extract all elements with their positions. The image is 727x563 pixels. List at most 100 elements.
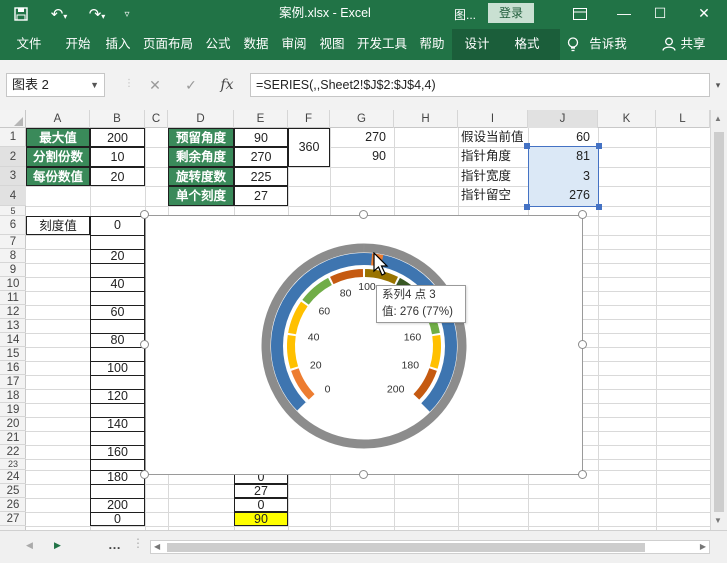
cell-i4[interactable]: 指针留空 — [458, 186, 528, 206]
column-header-a[interactable]: A — [26, 110, 90, 128]
cell-e25[interactable]: 27 — [234, 484, 288, 498]
row-header-25[interactable]: 25 — [0, 484, 26, 498]
cell-a1[interactable]: 最大值 — [26, 128, 90, 147]
column-header-e[interactable]: E — [234, 110, 288, 128]
row-header-17[interactable]: 17 — [0, 375, 26, 389]
row-header-6[interactable]: 6 — [0, 216, 26, 235]
scroll-down-icon[interactable]: ▼ — [714, 516, 722, 525]
cell-b24[interactable]: 180 — [90, 470, 145, 484]
cell-a3[interactable]: 每份数值 — [26, 167, 90, 186]
vertical-scroll-thumb[interactable] — [714, 132, 724, 512]
horizontal-scrollbar[interactable]: ◀ ▶ — [150, 540, 710, 554]
row-header-8[interactable]: 8 — [0, 249, 26, 263]
row-header-21[interactable]: 21 — [0, 431, 26, 445]
range-handle-br[interactable] — [596, 204, 602, 210]
cell-e3[interactable]: 225 — [234, 167, 288, 186]
chart-handle-tl[interactable] — [140, 210, 149, 219]
row-header-11[interactable]: 11 — [0, 291, 26, 305]
confirm-formula-icon[interactable]: ✓ — [180, 73, 202, 97]
restore-button[interactable]: ☐ — [642, 0, 678, 29]
cell-b2[interactable]: 10 — [90, 147, 145, 167]
chart-handle-r[interactable] — [578, 340, 587, 349]
customize-toolbar-icon[interactable]: ▿ — [118, 0, 136, 29]
row-header-4[interactable]: 4 — [0, 186, 26, 206]
scroll-right-icon[interactable]: ▶ — [700, 542, 706, 551]
cell-d3[interactable]: 旋转度数 — [168, 167, 234, 186]
tab-formulas[interactable]: 公式 — [200, 29, 236, 60]
tell-me-search[interactable]: 告诉我 — [586, 29, 630, 60]
select-all-button[interactable] — [0, 110, 26, 128]
share-button[interactable]: 共享 — [678, 29, 708, 60]
row-header-2[interactable]: 2 — [0, 147, 26, 167]
gauge-scale-segment[interactable] — [330, 269, 364, 285]
row-header-12[interactable]: 12 — [0, 305, 26, 319]
cell-i2[interactable]: 指针角度 — [458, 147, 528, 167]
tab-review[interactable]: 审阅 — [276, 29, 312, 60]
cell-b16[interactable]: 100 — [90, 361, 145, 375]
cell-g1[interactable]: 270 — [330, 128, 394, 147]
tab-file[interactable]: 文件 — [10, 29, 48, 60]
save-icon[interactable] — [10, 0, 32, 29]
picture-tools-tab[interactable]: 图... — [454, 6, 476, 23]
cell-b6[interactable]: 0 — [90, 216, 145, 235]
name-box-dropdown-icon[interactable]: ▼ — [90, 74, 99, 96]
column-header-l[interactable]: L — [656, 110, 710, 128]
cell-b22[interactable]: 160 — [90, 445, 145, 459]
row-header-14[interactable]: 14 — [0, 333, 26, 347]
login-button[interactable]: 登录 — [488, 3, 534, 23]
range-handle-tr[interactable] — [596, 143, 602, 149]
more-sheets-icon[interactable]: … — [108, 537, 121, 552]
chart-handle-bl[interactable] — [140, 470, 149, 479]
cell-e26[interactable]: 0 — [234, 498, 288, 512]
chart-handle-tr[interactable] — [578, 210, 587, 219]
row-header-1[interactable]: 1 — [0, 128, 26, 147]
cell-b3[interactable]: 20 — [90, 167, 145, 186]
tab-page-layout[interactable]: 页面布局 — [140, 29, 196, 60]
tab-insert[interactable]: 插入 — [100, 29, 136, 60]
ribbon-display-options-icon[interactable] — [562, 0, 598, 29]
chart-handle-br[interactable] — [578, 470, 587, 479]
row-header-22[interactable]: 22 — [0, 445, 26, 459]
cell-e4[interactable]: 27 — [234, 186, 288, 206]
cancel-formula-icon[interactable]: ✕ — [144, 73, 166, 97]
vertical-scrollbar[interactable]: ▲ ▼ — [710, 110, 727, 530]
close-button[interactable]: ✕ — [686, 0, 722, 29]
redo-icon[interactable]: ↷▾ — [84, 0, 110, 29]
tab-home[interactable]: 开始 — [60, 29, 96, 60]
row-header-13[interactable]: 13 — [0, 319, 26, 333]
cell-b12[interactable]: 60 — [90, 305, 145, 319]
row-header-19[interactable]: 19 — [0, 403, 26, 417]
column-header-g[interactable]: G — [330, 110, 394, 128]
cell-d1[interactable]: 预留角度 — [168, 128, 234, 147]
row-header-16[interactable]: 16 — [0, 361, 26, 375]
formula-input[interactable]: =SERIES(,,Sheet2!$J$2:$J$4,4) — [250, 73, 710, 97]
cell-b20[interactable]: 140 — [90, 417, 145, 431]
sheet-nav-prev-icon[interactable]: ◀ — [26, 540, 33, 551]
minimize-button[interactable]: — — [606, 0, 642, 29]
cell-f1[interactable]: 360 — [288, 128, 330, 167]
column-header-c[interactable]: C — [145, 110, 168, 128]
gauge-outer-ring[interactable] — [261, 243, 467, 449]
chart-handle-l[interactable] — [140, 340, 149, 349]
cell-g2[interactable]: 90 — [330, 147, 394, 167]
horizontal-scroll-thumb[interactable] — [167, 543, 645, 552]
column-header-h[interactable]: H — [394, 110, 458, 128]
cell-b18[interactable]: 120 — [90, 389, 145, 403]
row-header-27[interactable]: 27 — [0, 512, 26, 526]
cell-e1[interactable]: 90 — [234, 128, 288, 147]
cell-b8[interactable]: 20 — [90, 249, 145, 263]
gauge-blue-gap[interactable] — [297, 402, 308, 413]
cell-e2[interactable]: 270 — [234, 147, 288, 167]
gauge-chart[interactable]: 0 20 40 60 80 100 160 180 200 — [145, 215, 583, 475]
cell-i1[interactable]: 假设当前值 — [458, 128, 528, 147]
cell-b14[interactable]: 80 — [90, 333, 145, 347]
column-header-b[interactable]: B — [90, 110, 145, 128]
row-header-26[interactable]: 26 — [0, 498, 26, 512]
cell-j1[interactable]: 60 — [528, 128, 598, 147]
row-header-7[interactable]: 7 — [0, 235, 26, 249]
column-header-k[interactable]: K — [598, 110, 656, 128]
range-handle-bl[interactable] — [524, 204, 530, 210]
chart-handle-b[interactable] — [359, 470, 368, 479]
lightbulb-icon[interactable] — [564, 29, 582, 60]
name-box[interactable]: 图表 2 ▼ — [6, 73, 105, 97]
